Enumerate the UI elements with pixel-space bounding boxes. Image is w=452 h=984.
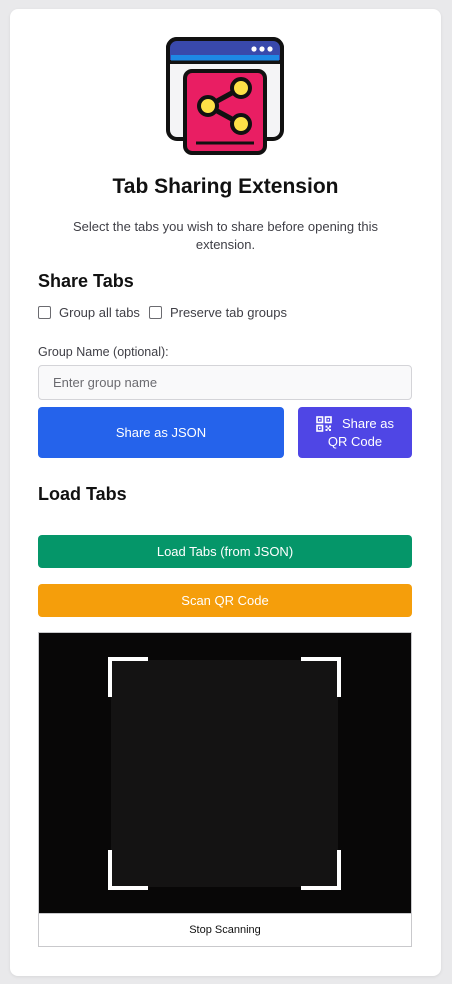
load-tabs-from-json-label: Load Tabs (from JSON) <box>156 544 294 559</box>
scan-corner-top-left <box>108 657 148 697</box>
stop-scanning-button[interactable]: Stop Scanning <box>39 913 411 946</box>
page-subtitle: Select the tabs you wish to share before… <box>73 219 378 252</box>
qr-scanner: Stop Scanning <box>38 632 412 947</box>
page-title: Tab Sharing Extension <box>112 175 339 198</box>
scan-qr-code-button[interactable]: Scan QR Code <box>38 584 412 617</box>
load-tabs-heading: Load Tabs <box>38 484 127 504</box>
scan-qr-code-label: Scan QR Code <box>181 593 269 608</box>
group-all-tabs-checkbox[interactable] <box>38 306 51 319</box>
share-as-qr-label-line2: QR Code <box>327 433 383 449</box>
browser-share-icon <box>166 37 284 155</box>
extension-panel: Tab Sharing Extension Select the tabs yo… <box>10 9 441 976</box>
share-as-json-label: Share as JSON <box>115 425 207 440</box>
stop-scanning-label: Stop Scanning <box>189 924 261 936</box>
share-options: Group all tabs Preserve tab groups <box>38 305 296 320</box>
load-tabs-from-json-button[interactable]: Load Tabs (from JSON) <box>38 535 412 568</box>
qr-code-icon <box>316 415 332 432</box>
share-as-qr-button[interactable]: Share as QR Code <box>298 407 412 458</box>
scan-corner-top-right <box>301 657 341 697</box>
group-all-tabs-label: Group all tabs <box>59 305 140 320</box>
group-name-label: Group Name (optional): <box>38 345 169 359</box>
group-all-tabs-option[interactable]: Group all tabs <box>38 305 140 320</box>
preserve-tab-groups-option[interactable]: Preserve tab groups <box>148 305 288 320</box>
share-as-json-button[interactable]: Share as JSON <box>38 407 284 458</box>
group-name-input[interactable] <box>38 365 412 400</box>
share-tabs-heading: Share Tabs <box>38 271 134 291</box>
preserve-tab-groups-checkbox[interactable] <box>148 306 162 319</box>
camera-preview <box>39 633 411 913</box>
scan-region <box>108 657 341 890</box>
preserve-tab-groups-label: Preserve tab groups <box>169 305 288 320</box>
share-as-qr-label-line1: Share as <box>341 415 395 431</box>
scan-corner-bottom-right <box>301 850 341 890</box>
scan-corner-bottom-left <box>108 850 148 890</box>
